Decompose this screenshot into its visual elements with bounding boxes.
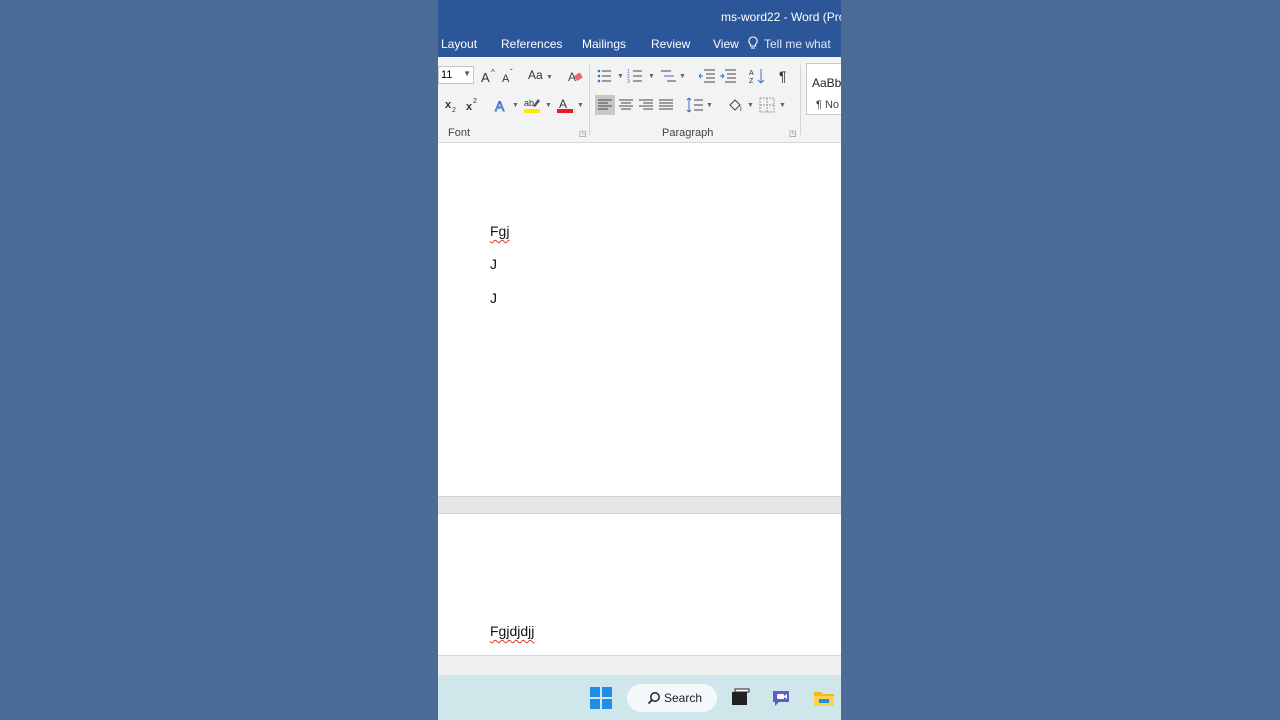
shading-icon[interactable] [726,96,744,114]
decrease-indent-icon[interactable] [698,67,716,85]
file-explorer-icon[interactable] [813,687,835,709]
tab-layout[interactable]: Layout [441,37,477,51]
chevron-down-icon[interactable]: ▼ [648,73,655,80]
svg-text:2: 2 [452,107,456,114]
justify-icon[interactable] [657,96,675,114]
group-divider [800,65,801,135]
svg-text:A: A [502,73,510,85]
numbering-icon[interactable]: 1 2 3 [627,67,645,85]
paragraph-dialog-launcher-icon[interactable]: ◳ [789,129,797,138]
font-dialog-launcher-icon[interactable]: ◳ [579,129,587,138]
shrink-font-icon[interactable]: A ˇ [500,67,518,85]
chevron-down-icon: ▼ [546,74,553,81]
svg-text:3: 3 [627,79,630,85]
svg-text:A: A [749,70,754,77]
chevron-down-icon[interactable]: ▼ [512,102,519,109]
svg-text:x: x [466,101,473,113]
document-page-2[interactable]: Fgjdjdjj [438,514,841,655]
paragraph-group-label: Paragraph [662,127,714,139]
subscript-icon[interactable]: x 2 [443,96,461,114]
document-line[interactable]: Fgjdjdjj [490,623,534,639]
document-line[interactable]: J [490,256,497,272]
search-icon [647,692,660,705]
grow-font-icon[interactable]: A ^ [480,67,498,85]
search-label: Search [664,691,703,705]
document-page-1[interactable]: Fgj J J [438,143,841,496]
group-divider [589,65,590,135]
line-spacing-icon[interactable] [686,96,704,114]
align-right-icon[interactable] [637,96,655,114]
svg-text:2: 2 [473,98,477,105]
document-line[interactable]: J [490,290,497,306]
change-case-button[interactable]: Aa ▼ [528,68,553,82]
style-sample: AaBb [812,76,841,90]
font-size-value: 11 [441,69,453,81]
windows-start-icon[interactable] [590,687,612,709]
lightbulb-icon [748,36,758,49]
chevron-down-icon[interactable]: ▼ [577,102,584,109]
svg-text:x: x [445,99,452,111]
title-bar: ms-word22 - Word (Proc [438,0,841,33]
align-center-icon[interactable] [617,96,635,114]
svg-text:^: ^ [491,68,495,77]
highlight-color-icon[interactable]: ab [523,96,541,114]
svg-text:A: A [495,98,505,114]
style-normal[interactable]: AaBb ¶ No [806,63,841,115]
text-effects-icon[interactable]: A [493,96,511,114]
tab-review[interactable]: Review [651,37,690,51]
task-view-icon[interactable] [729,687,751,709]
clear-formatting-icon[interactable]: A [566,67,584,85]
borders-icon[interactable] [758,96,776,114]
teams-chat-icon[interactable] [771,687,793,709]
font-color-icon[interactable]: A [556,96,574,114]
chevron-down-icon[interactable]: ▼ [545,102,552,109]
svg-text:¶: ¶ [779,68,787,84]
sort-icon[interactable]: AZ [748,67,766,85]
svg-text:ˇ: ˇ [510,68,513,77]
svg-text:Z: Z [749,78,754,85]
chevron-down-icon[interactable]: ▼ [617,73,624,80]
taskbar-search[interactable]: Search [627,684,717,712]
show-formatting-marks-icon[interactable]: ¶ [776,67,794,85]
window-title: ms-word22 - Word (Proc [721,10,841,24]
tell-me-label: Tell me what [764,37,831,51]
superscript-icon[interactable]: x 2 [464,96,482,114]
chevron-down-icon[interactable]: ▼ [706,102,713,109]
change-case-label: Aa [528,68,543,82]
page-break-gap [438,496,841,514]
style-normal-label: ¶ No [816,99,840,111]
ribbon-home: 11 ▼ A ^ A ˇ Aa ▼ A x 2 x 2 A ▼ ab ▼ A ▼… [438,57,841,143]
font-size-select[interactable]: 11 ▼ [438,66,474,84]
svg-text:A: A [559,97,567,111]
document-line[interactable]: Fgj [490,223,509,239]
align-left-icon[interactable] [595,95,615,115]
taskbar: Search [438,675,841,720]
tab-mailings[interactable]: Mailings [582,37,626,51]
chevron-down-icon[interactable]: ▼ [747,102,754,109]
tell-me-box[interactable]: Tell me what [748,36,831,51]
increase-indent-icon[interactable] [719,67,737,85]
multilevel-list-icon[interactable] [659,67,677,85]
chevron-down-icon[interactable]: ▼ [679,73,686,80]
svg-text:A: A [481,70,490,85]
ribbon-tabs: Layout References Mailings Review View T… [438,33,841,57]
word-window: ms-word22 - Word (Proc Layout References… [438,0,841,720]
font-group-label: Font [448,127,471,139]
tab-view[interactable]: View [713,37,739,51]
chevron-down-icon: ▼ [463,69,471,78]
svg-text:ab: ab [524,98,534,108]
status-bar [438,655,841,675]
chevron-down-icon[interactable]: ▼ [779,102,786,109]
bullets-icon[interactable] [596,67,614,85]
tab-references[interactable]: References [501,37,562,51]
